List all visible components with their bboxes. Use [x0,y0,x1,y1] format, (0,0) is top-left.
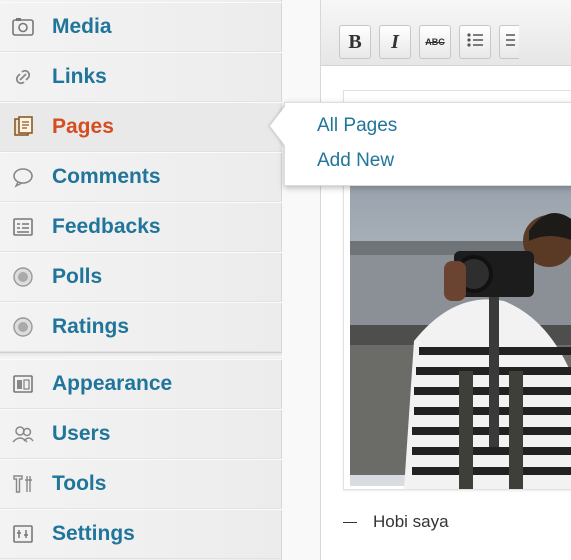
sidebar-item-label: Pages [52,115,114,138]
sidebar-item-tools[interactable]: Tools [0,459,282,509]
feedbacks-icon [10,214,36,240]
settings-icon [10,521,36,547]
submenu-add-new-link[interactable]: Add New [317,150,394,172]
sidebar-item-users[interactable]: Users [0,409,282,459]
sidebar-item-feedbacks[interactable]: Feedbacks [0,202,282,252]
italic-button[interactable]: I [379,25,411,59]
image-caption[interactable]: Hobi saya [343,512,449,532]
sidebar-item-polls[interactable]: Polls [0,252,282,302]
sidebar-item-label: Users [52,422,111,445]
sidebar-item-label: Media [52,15,112,38]
wp-admin-screen: Media Links Pages Comments Feedbacks Pol… [0,0,571,560]
flyout-pointer [270,105,286,147]
comments-icon [10,164,36,190]
sidebar-item-settings[interactable]: Settings [0,509,282,559]
tools-icon [10,471,36,497]
sidebar-item-appearance[interactable]: Appearance [0,359,282,409]
sidebar-item-comments[interactable]: Comments [0,152,282,202]
numbered-list-icon [503,30,517,55]
sidebar-item-label: Appearance [52,372,173,395]
sidebar-item-label: Links [52,65,107,88]
polls-icon [10,264,36,290]
caption-dash [343,522,357,524]
sidebar-item-links[interactable]: Links [0,52,282,102]
submenu-all-pages-link[interactable]: All Pages [317,115,397,137]
post-editor: B I ABC Hobi saya [320,0,571,560]
sidebar-item-label: Settings [52,522,135,545]
sidebar-item-media[interactable]: Media [0,2,282,52]
pages-icon [10,114,36,140]
strikethrough-button[interactable]: ABC [419,25,451,59]
sidebar-item-label: Feedbacks [52,215,161,238]
media-icon [10,14,36,40]
ratings-icon [10,314,36,340]
users-icon [10,421,36,447]
bullet-list-button[interactable] [459,25,491,59]
editor-toolbar: B I ABC [321,0,571,66]
pages-submenu: All Pages Add New [284,102,571,186]
menu-separator [0,352,282,358]
links-icon [10,64,36,90]
sidebar-item-label: Polls [52,265,103,288]
bold-button[interactable]: B [339,25,371,59]
sidebar-item-ratings[interactable]: Ratings [0,302,282,352]
bullet-list-icon [465,30,485,55]
numbered-list-button[interactable] [499,25,519,59]
appearance-icon [10,371,36,397]
sidebar-item-label: Comments [52,165,161,188]
sidebar-item-pages[interactable]: Pages [0,102,282,152]
sidebar-item-label: Ratings [52,315,130,338]
sidebar-item-label: Tools [52,472,107,495]
admin-sidebar: Media Links Pages Comments Feedbacks Pol… [0,0,282,560]
